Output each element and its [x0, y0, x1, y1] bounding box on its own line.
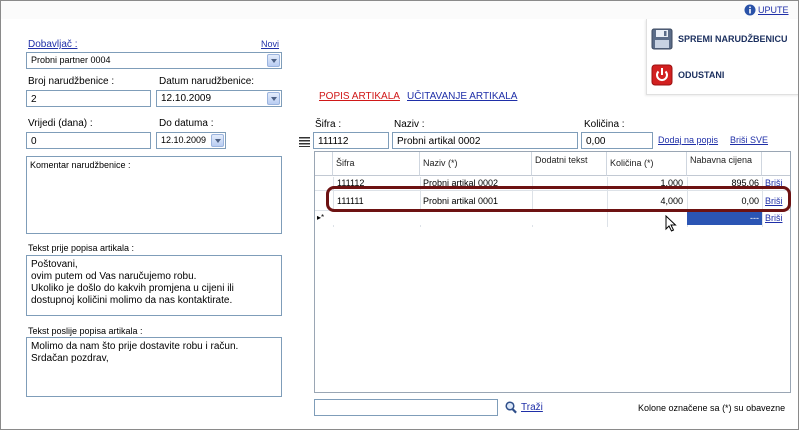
search-button[interactable]: Traži [521, 402, 543, 413]
search-input[interactable] [314, 399, 498, 416]
list-icon[interactable] [299, 136, 310, 150]
valid-days-input[interactable]: 0 [26, 132, 151, 149]
new-row-cijena: --- [750, 213, 759, 223]
order-number-label: Broj narudžbenice : [28, 76, 115, 87]
sifra-label: Šifra : [315, 119, 342, 130]
order-date-picker[interactable]: 12.10.2009 [156, 90, 282, 107]
order-number-input[interactable]: 2 [26, 90, 151, 107]
column-header-dodatni-tekst[interactable]: Dodatni tekst [532, 152, 607, 176]
save-order-button[interactable]: SPREMI NARUDŽBENICU [651, 28, 795, 52]
chevron-down-icon[interactable] [267, 92, 280, 105]
cancel-label: ODUSTANI [678, 70, 725, 80]
valid-until-picker[interactable]: 12.10.2009 [156, 132, 226, 149]
floppy-disk-icon [651, 28, 673, 50]
new-row-empty [333, 212, 607, 225]
text-after-label: Tekst poslije popisa artikala : [28, 326, 143, 336]
text-before-label: Tekst prije popisa artikala : [28, 243, 135, 253]
text-before-input[interactable]: Poštovani, ovim putem od Vas naručujemo … [26, 255, 282, 316]
order-date-label: Datum narudžbenice: [159, 76, 255, 87]
new-supplier-link[interactable]: Novi [261, 39, 279, 49]
naziv-label: Naziv : [394, 119, 425, 130]
column-header-cijena[interactable]: Nabavna cijena [687, 152, 762, 176]
naziv-input[interactable]: Probni artikal 0002 [392, 132, 578, 149]
supplier-label[interactable]: Dobavljač : [28, 39, 77, 50]
required-note: Kolone označene sa (*) su obavezne [638, 403, 786, 413]
help-link[interactable]: UPUTE [758, 5, 789, 15]
magnifier-icon[interactable] [505, 401, 518, 414]
column-header-sifra[interactable]: Šifra [333, 152, 420, 176]
tab-item-import[interactable]: UČITAVANJE ARTIKALA [407, 91, 517, 102]
new-row-delete-link[interactable]: Briši [765, 213, 783, 223]
top-bar [1, 1, 798, 19]
help-icon[interactable] [744, 4, 756, 19]
column-header-kolicina[interactable]: Količina (*) [607, 152, 687, 176]
sifra-input[interactable]: 111112 [313, 132, 389, 149]
new-row-marker: ▸* [317, 213, 325, 222]
valid-days-label: Vrijedi (dana) : [28, 118, 93, 129]
tab-item-list[interactable]: POPIS ARTIKALA [319, 91, 400, 102]
chevron-down-icon[interactable] [267, 54, 280, 67]
supplier-select[interactable]: Probni partner 0004 [26, 52, 282, 69]
order-form-window: UPUTE SPREMI NARUDŽBENICU ODUSTANI Dobav… [0, 0, 799, 430]
articles-grid: Šifra Naziv (*) Dodatni tekst Količina (… [314, 151, 791, 393]
chevron-down-icon[interactable] [211, 134, 224, 147]
comment-box[interactable]: Komentar narudžbenice : [26, 156, 282, 234]
mouse-cursor-icon [665, 215, 677, 232]
delete-all-link[interactable]: Briši SVE [730, 135, 768, 145]
power-icon [651, 64, 673, 86]
highlight-outline [326, 186, 791, 212]
save-order-label: SPREMI NARUDŽBENICU [678, 34, 788, 44]
kolicina-input[interactable]: 0,00 [581, 132, 653, 149]
cancel-button[interactable]: ODUSTANI [651, 64, 795, 88]
text-after-input[interactable]: Molimo da nam što prije dostavite robu i… [26, 337, 282, 397]
comment-label: Komentar narudžbenice : [30, 160, 131, 170]
grid-row-header-corner [315, 152, 333, 176]
add-to-list-link[interactable]: Dodaj na popis [658, 135, 718, 145]
order-date-value: 12.10.2009 [161, 93, 212, 104]
new-row[interactable]: ▸* --- Briši [315, 212, 790, 226]
column-header-actions [762, 152, 790, 176]
valid-until-value: 12.10.2009 [161, 135, 207, 145]
supplier-value: Probni partner 0004 [31, 55, 111, 65]
new-row-selected-cell[interactable]: --- [687, 212, 762, 225]
valid-until-label: Do datuma : [159, 118, 214, 129]
column-header-naziv[interactable]: Naziv (*) [420, 152, 532, 176]
kolicina-label: Količina : [584, 119, 625, 130]
